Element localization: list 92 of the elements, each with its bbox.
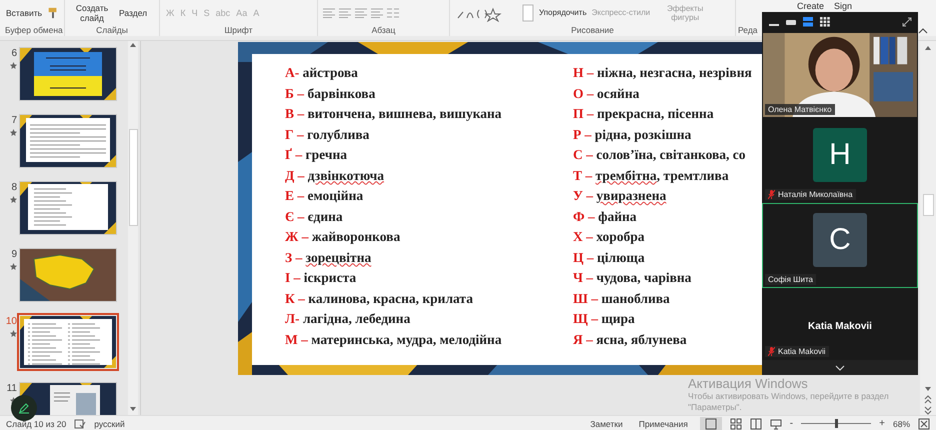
avatar-tile: С — [813, 212, 867, 266]
scroll-up-icon[interactable] — [924, 44, 932, 52]
alphabet-entry: Т – трембітна, тремтлива — [573, 166, 730, 185]
alphabet-entry: Щ – щира — [573, 310, 636, 328]
alphabet-entry: К – калинова, красна, крилата — [285, 290, 474, 308]
alphabet-entry: Ц – цілюща — [573, 248, 646, 267]
slide-thumbnail[interactable] — [20, 115, 116, 167]
scrollbar-thumb[interactable] — [128, 129, 138, 226]
slide-number: 6 — [11, 48, 17, 59]
alphabet-entry: М – материнська, мудра, мелодійна — [285, 330, 503, 349]
scroll-down-icon[interactable] — [129, 405, 137, 413]
participant-name: Katia Makovii — [778, 347, 826, 356]
alphabet-entry: Л- лагідна, лебедина — [285, 310, 412, 328]
comments-button[interactable]: Примечания — [634, 418, 692, 428]
slide-thumbnail[interactable] — [20, 48, 116, 100]
avatar-tile: Н — [813, 128, 867, 182]
zoom-in-button[interactable]: + — [879, 418, 885, 429]
star-icon — [10, 62, 17, 69]
slide-number: 8 — [11, 182, 17, 193]
grid-view-icon[interactable] — [730, 418, 742, 430]
reading-view-icon[interactable] — [750, 418, 762, 430]
alphabet-entry: Ж – жайворонкова — [285, 228, 402, 246]
ribbon-group-label: Абзац — [370, 25, 396, 36]
activation-message: Чтобы активировать Windows, перейдите в раздел "Параметры". — [688, 391, 890, 413]
paste-button[interactable]: Вставить — [5, 8, 44, 18]
language-label[interactable]: русский — [94, 418, 125, 428]
expand-icon[interactable] — [902, 17, 912, 27]
alphabet-entry: Г – голублива — [285, 126, 370, 144]
star-icon — [10, 129, 17, 136]
alphabet-entry: Я – ясна, яблунева — [573, 330, 688, 349]
alphabet-entry: Д – дзвінкотюча — [285, 166, 386, 185]
alphabet-entry: Х – хоробра — [573, 228, 646, 246]
alphabet-entry: Е – емоційна — [285, 187, 364, 205]
format-painter-icon[interactable] — [47, 6, 59, 20]
normal-view-icon[interactable] — [700, 416, 722, 430]
slide-number: 10 — [6, 316, 17, 327]
section-button[interactable]: Раздел — [118, 8, 148, 18]
shapes-gallery-icon[interactable] — [455, 4, 535, 22]
arrange-button[interactable]: Упорядочить — [538, 8, 588, 17]
slide-number: 9 — [11, 249, 17, 260]
slide-thumbnail[interactable] — [20, 316, 116, 368]
alphabet-entry: З – зорецвітна — [285, 248, 372, 267]
alphabet-entry: О – осяйна — [573, 84, 640, 102]
alphabet-entry: Є – єдина — [285, 208, 344, 226]
slide-counter: Слайд 10 из 20 — [6, 418, 66, 428]
activation-title: Активация Windows — [688, 377, 809, 391]
slide-number: 11 — [6, 383, 17, 394]
zoom-percent[interactable]: 68% — [892, 418, 910, 428]
alphabet-entry: А- айстрова — [285, 64, 359, 82]
new-slide-button[interactable]: Создать слайд — [70, 2, 114, 22]
alphabet-entry: П – прекрасна, пісенна — [573, 105, 715, 123]
alphabet-entry: Ґ – гречна — [285, 146, 348, 164]
alphabet-entry: Б – барвінкова — [285, 84, 376, 103]
next-slide-icon[interactable] — [924, 406, 932, 415]
alphabet-entry: Ш – шаноблива — [573, 290, 671, 308]
participant-display-name: Katia Makovii — [808, 320, 872, 332]
scrollbar-thumb[interactable] — [922, 194, 934, 216]
speaker-view-icon[interactable] — [802, 17, 814, 27]
ribbon-group-label: Реда — [738, 25, 759, 36]
star-icon — [10, 196, 17, 203]
fit-to-window-icon[interactable] — [918, 418, 930, 430]
star-icon — [10, 330, 17, 337]
spelling-icon[interactable] — [74, 418, 86, 428]
add-in-button[interactable]: Create — [796, 1, 826, 11]
star-icon — [10, 263, 17, 270]
slideshow-icon[interactable] — [770, 418, 782, 430]
alphabet-entry: Ч – чудова, чарівна — [573, 269, 692, 287]
zoom-out-button[interactable]: - — [790, 418, 794, 429]
chevron-down-icon[interactable] — [835, 364, 845, 370]
slide-number: 7 — [11, 115, 17, 126]
participant-name: Наталія Миколаївна — [778, 190, 853, 199]
notes-button[interactable]: Заметки — [586, 418, 627, 428]
alphabet-entry: Ф – файна — [573, 208, 638, 226]
alphabet-entry: С – солов’їна, світанкова, со — [573, 146, 747, 164]
alphabet-entry: У – увиразнена — [573, 187, 668, 205]
ribbon-group-label: Слайды — [95, 25, 129, 36]
pen-icon — [18, 402, 30, 414]
ribbon-group-label: Рисование — [570, 25, 615, 36]
slide-thumbnail[interactable] — [20, 182, 116, 234]
add-in-button[interactable]: Sign — [833, 1, 854, 11]
alphabet-entry: Н – ніжна, незгасна, незрівня — [573, 64, 752, 82]
participant-name: Софія Шита — [768, 275, 813, 284]
scroll-down-icon[interactable] — [924, 385, 932, 393]
alphabet-entry: Р – рідна, розкішна — [573, 126, 692, 144]
collapse-ribbon-icon[interactable] — [918, 28, 928, 34]
slide-thumbnail[interactable] — [20, 249, 116, 301]
alphabet-entry: І – іскриста — [285, 269, 358, 287]
gallery-view-icon[interactable] — [819, 17, 831, 27]
ribbon-group-label: Шрифт — [224, 25, 254, 36]
previous-slide-icon[interactable] — [924, 395, 932, 404]
thumbnail-view-icon[interactable] — [785, 17, 797, 27]
alphabet-entry: В – витончена, вишнева, вишукана — [285, 105, 503, 123]
